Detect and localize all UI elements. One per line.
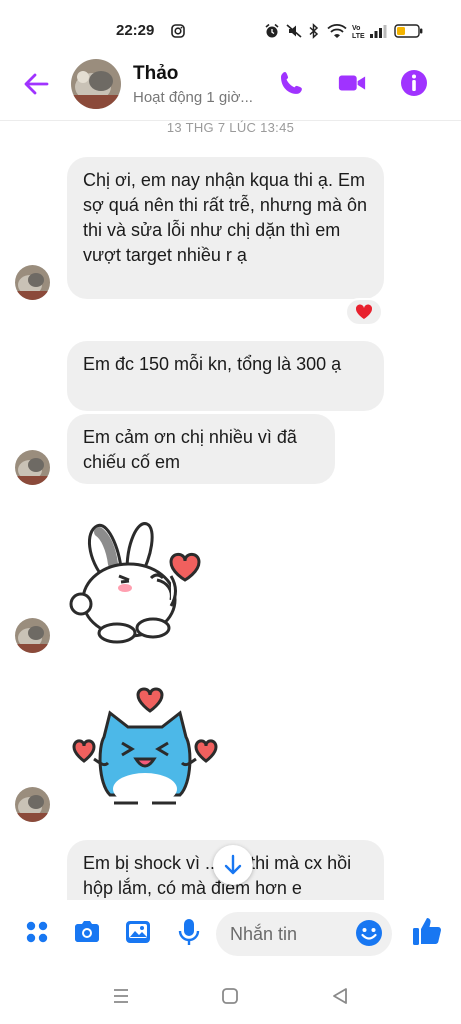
arrow-down-icon xyxy=(224,854,242,875)
contact-activity-status: Hoạt động 1 giờ... xyxy=(133,89,253,106)
signal-icon xyxy=(370,25,387,38)
status-time: 22:29 xyxy=(116,22,155,39)
svg-text:Vo: Vo xyxy=(352,25,360,32)
sender-avatar[interactable] xyxy=(15,265,50,300)
phone-icon[interactable] xyxy=(277,68,307,98)
sender-avatar[interactable] xyxy=(15,618,50,653)
back-icon[interactable] xyxy=(330,986,350,1006)
svg-text:LTE: LTE xyxy=(352,33,365,40)
heart-reaction[interactable] xyxy=(345,298,383,326)
date-separator: 13 THG 7 LÚC 13:45 xyxy=(166,120,295,135)
blue-cat-sticker[interactable] xyxy=(70,683,220,813)
menu-dots-icon[interactable] xyxy=(22,917,52,947)
back-arrow-icon[interactable] xyxy=(22,70,50,98)
info-icon[interactable] xyxy=(399,68,429,98)
avatar-image xyxy=(15,265,50,300)
sender-avatar[interactable] xyxy=(15,787,50,822)
avatar-image xyxy=(15,787,50,822)
video-icon[interactable] xyxy=(337,68,367,98)
message-input-placeholder: Nhắn tin xyxy=(230,924,298,944)
camera-icon[interactable] xyxy=(72,917,102,947)
message-bubble-1[interactable]: Chị ơi, em nay nhận kqua thi ạ. Em sợ qu… xyxy=(67,157,384,299)
recents-icon[interactable] xyxy=(111,986,131,1006)
avatar-image xyxy=(71,59,121,109)
volte-icon: Vo LTE xyxy=(352,25,365,40)
wifi-icon xyxy=(327,24,347,38)
contact-name[interactable]: Thảo xyxy=(133,63,178,85)
contact-avatar[interactable] xyxy=(71,59,121,109)
avatar-image xyxy=(15,450,50,485)
home-icon[interactable] xyxy=(220,986,240,1006)
scroll-to-bottom-button[interactable] xyxy=(213,845,253,885)
bluetooth-icon xyxy=(309,23,319,39)
like-icon[interactable] xyxy=(411,915,443,947)
sender-avatar[interactable] xyxy=(15,450,50,485)
message-bubble-2[interactable]: Em đc 150 mỗi kn, tổng là 300 ạ xyxy=(67,341,384,411)
microphone-icon[interactable] xyxy=(174,917,204,947)
mute-icon xyxy=(286,24,302,38)
image-icon[interactable] xyxy=(123,917,153,947)
instagram-icon xyxy=(171,24,185,38)
message-bubble-3[interactable]: Em cảm ơn chị nhiều vì đã chiếu cố em xyxy=(67,414,335,484)
status-bar: 22:29 Vo LTE xyxy=(0,0,461,60)
alarm-icon xyxy=(265,23,279,38)
battery-icon xyxy=(394,24,423,38)
emoji-icon[interactable] xyxy=(355,919,383,947)
bunny-sticker[interactable] xyxy=(67,518,209,646)
avatar-image xyxy=(15,618,50,653)
heart-icon xyxy=(355,304,373,319)
